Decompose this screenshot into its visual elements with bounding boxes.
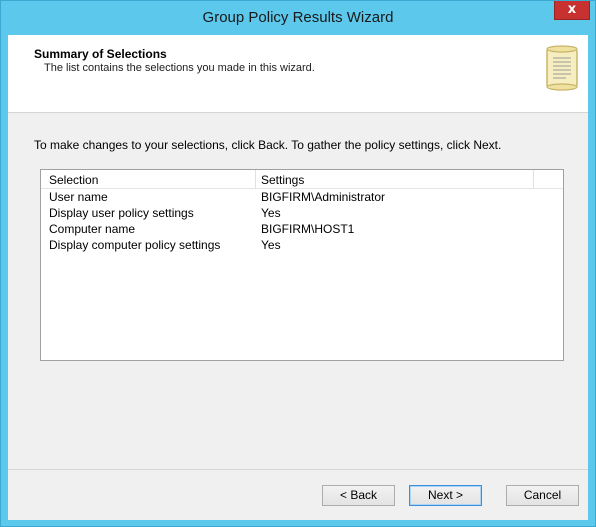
window-title: Group Policy Results Wizard — [202, 9, 394, 26]
page-title: Summary of Selections — [34, 47, 167, 61]
row-selection: Computer name — [49, 222, 136, 236]
selections-list[interactable]: Selection Settings User name BIGFIRM\Adm… — [40, 169, 564, 361]
wizard-window: Group Policy Results Wizard x Summary of… — [0, 0, 596, 527]
row-settings: BIGFIRM\HOST1 — [261, 222, 355, 236]
list-row[interactable]: Computer name BIGFIRM\HOST1 — [41, 221, 563, 237]
row-settings: Yes — [261, 238, 281, 252]
row-settings: BIGFIRM\Administrator — [261, 190, 386, 204]
row-selection: Display computer policy settings — [49, 238, 221, 252]
column-divider[interactable] — [533, 170, 534, 188]
row-selection: Display user policy settings — [49, 206, 194, 220]
instruction-text: To make changes to your selections, clic… — [34, 138, 502, 152]
wizard-header: Summary of Selections The list contains … — [8, 35, 588, 113]
scroll-icon — [546, 45, 578, 91]
list-row[interactable]: Display user policy settings Yes — [41, 205, 563, 221]
button-bar-divider — [8, 469, 588, 470]
close-button[interactable]: x — [554, 1, 590, 20]
wizard-client-area: Summary of Selections The list contains … — [8, 35, 588, 520]
list-row[interactable]: User name BIGFIRM\Administrator — [41, 189, 563, 205]
title-bar[interactable]: Group Policy Results Wizard x — [1, 1, 595, 35]
row-settings: Yes — [261, 206, 281, 220]
page-subtitle: The list contains the selections you mad… — [44, 62, 315, 74]
next-button[interactable]: Next > — [409, 485, 482, 506]
cancel-button[interactable]: Cancel — [506, 485, 579, 506]
column-divider[interactable] — [255, 170, 256, 188]
list-header: Selection Settings — [41, 170, 563, 189]
row-selection: User name — [49, 190, 108, 204]
list-row[interactable]: Display computer policy settings Yes — [41, 237, 563, 253]
back-button[interactable]: < Back — [322, 485, 395, 506]
column-header-settings[interactable]: Settings — [261, 173, 304, 187]
column-header-selection[interactable]: Selection — [49, 173, 98, 187]
